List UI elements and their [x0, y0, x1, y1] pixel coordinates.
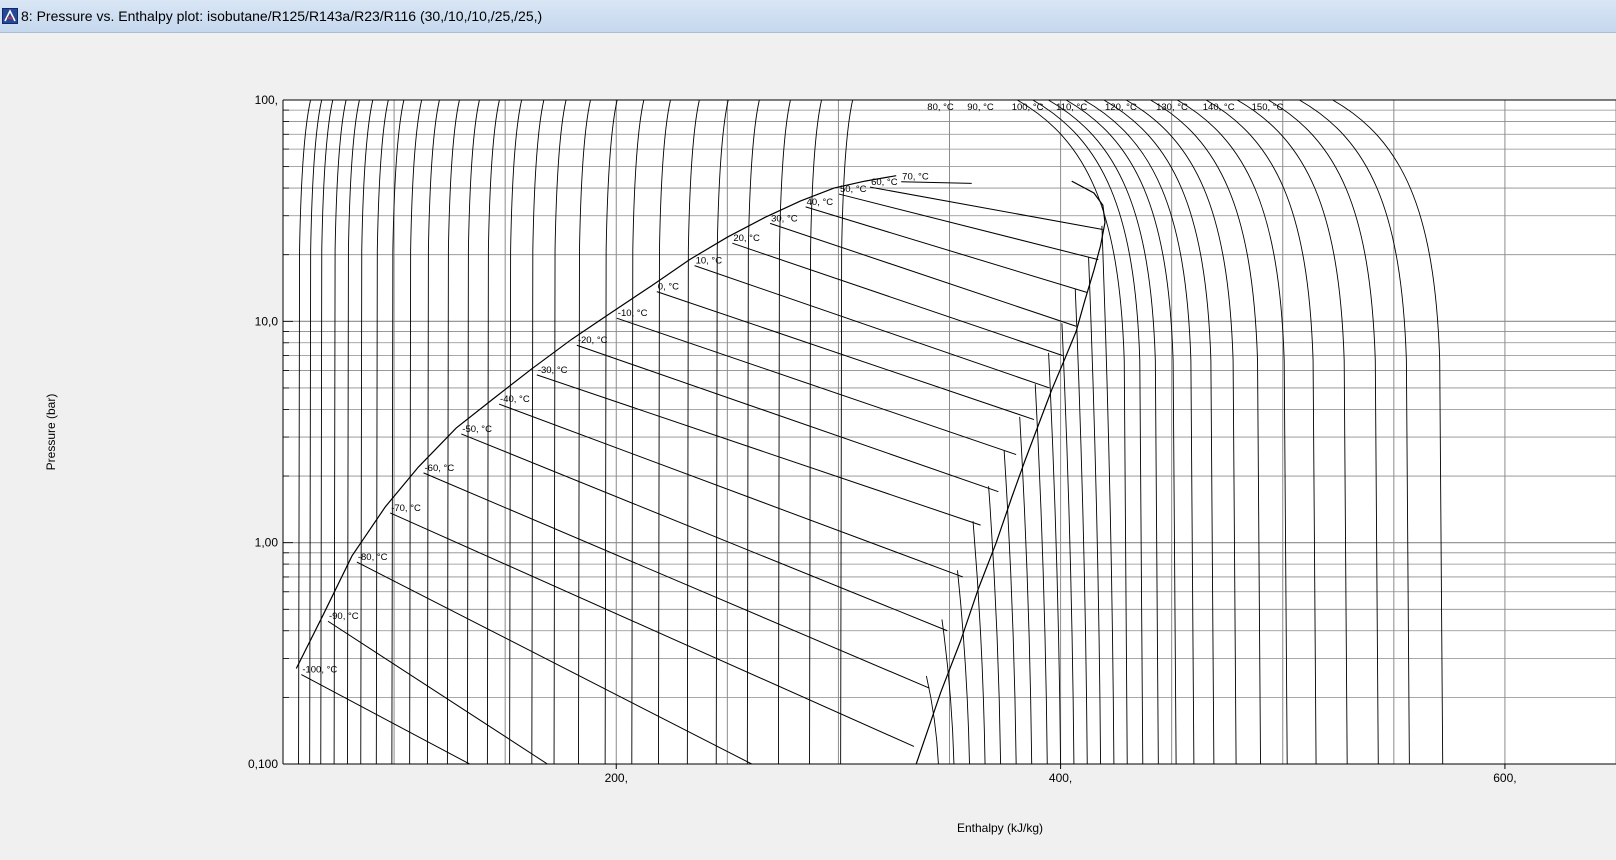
isotherm-label: 50, °C: [840, 184, 867, 195]
y-tick-label: 0,100: [248, 757, 278, 771]
title-bar[interactable]: 8: Pressure vs. Enthalpy plot: isobutane…: [0, 0, 1616, 33]
y-axis-label: Pressure (bar): [44, 394, 58, 471]
isotherm-label: -60, °C: [425, 463, 455, 474]
pressure-enthalpy-chart: -100, °C -90, °C -80, °C -70, °C -60, °C -50,…: [44, 93, 1616, 835]
isotherm-label: -10, °C: [618, 308, 648, 319]
y-tick-label: 100,: [255, 93, 278, 107]
isotherm-label: -90, °C: [329, 611, 359, 622]
isotherm-label: 10, °C: [696, 256, 723, 267]
isotherm-label: -30, °C: [538, 365, 568, 376]
app-icon[interactable]: [2, 8, 18, 24]
x-tick-label: 400,: [1049, 771, 1072, 785]
isotherm-label: -70, °C: [391, 503, 421, 514]
isotherm-label: -20, °C: [578, 335, 608, 346]
isotherm-label: -50, °C: [462, 424, 492, 435]
window-title: 8: Pressure vs. Enthalpy plot: isobutane…: [21, 8, 543, 24]
isotherm-top-label: 80, °C: [927, 102, 954, 113]
isotherm-label: -80, °C: [358, 552, 388, 563]
isotherm-top-label: 120, °C: [1105, 102, 1137, 113]
isotherm-label: 40, °C: [807, 197, 834, 208]
isotherm-top-label: 130, °C: [1156, 102, 1188, 113]
isotherm-top-label: 90, °C: [967, 102, 994, 113]
isotherm-label: 60, °C: [871, 177, 898, 188]
isotherm-label: 30, °C: [771, 213, 798, 224]
isotherm-label: -100, °C: [302, 665, 337, 676]
isotherm-top-label: 110, °C: [1056, 102, 1087, 113]
isotherm-label: 0, °C: [658, 282, 679, 293]
y-tick-label: 1,00: [255, 536, 279, 550]
isotherm-top-label: 140, °C: [1203, 102, 1235, 113]
x-tick-label: 600,: [1493, 771, 1516, 785]
isotherm-label: 70, °C: [902, 172, 929, 183]
isotherm-top-label: 100, °C: [1012, 102, 1044, 113]
isotherm-label: -40, °C: [500, 394, 530, 405]
isotherm-label: 20, °C: [733, 233, 760, 244]
isotherm-top-label: 150, °C: [1252, 102, 1284, 113]
x-axis-label: Enthalpy (kJ/kg): [957, 821, 1043, 835]
x-tick-label: 200,: [605, 771, 628, 785]
y-tick-label: 10,0: [255, 314, 279, 328]
